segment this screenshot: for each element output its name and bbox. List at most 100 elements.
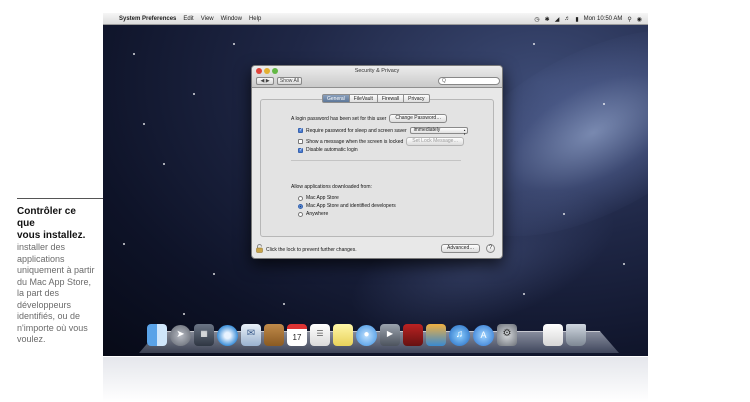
preview-icon[interactable] [543,324,563,346]
menu-help[interactable]: Help [249,16,261,22]
star [193,93,195,95]
bluetooth-icon[interactable]: ✱ [545,16,550,23]
menu-app-name[interactable]: System Preferences [119,16,176,22]
show-message-checkbox[interactable] [298,139,303,144]
search-input[interactable]: Q [438,77,500,85]
show-message-label: Show a message when the screen is locked [306,138,404,145]
star [163,163,165,165]
desktop: System Preferences Edit View Window Help… [103,13,648,356]
lock-icon[interactable] [256,244,263,253]
set-lock-message-button[interactable]: Set Lock Message… [406,137,465,146]
menu-bar: System Preferences Edit View Window Help… [103,13,648,25]
option-mac-app-store[interactable]: Mac App Store [298,195,339,201]
menu-edit[interactable]: Edit [183,16,193,22]
separator [291,160,461,161]
option-identified-developers[interactable]: Mac App Store and identified developers [298,203,396,209]
option-label: Mac App Store [306,195,339,201]
time-machine-icon[interactable]: ◷ [534,16,539,23]
tab-filevault[interactable]: FileVault [349,94,378,103]
star [623,263,625,265]
app-store-icon[interactable]: A [473,325,494,346]
password-set-label: A login password has been set for this u… [291,115,387,122]
option-label: Mac App Store and identified developers [306,203,396,209]
photo-booth-icon[interactable] [403,324,423,346]
mail-icon[interactable]: ✉ [241,324,261,346]
menu-extras: ◷ ✱ ◢ ♬ ▮ Mon 10:50 AM ⚲ ◉ [534,13,642,25]
require-password-row: ✓ Require password for sleep and screen … [298,127,468,136]
system-preferences-icon[interactable]: ⚙ [497,324,517,346]
caption-title-line2: que [17,218,35,229]
change-password-button[interactable]: Change Password… [389,114,448,123]
allow-apps-label: Allow applications downloaded from: [291,184,372,190]
password-row: A login password has been set for this u… [291,114,448,123]
contacts-icon[interactable] [264,324,284,346]
advanced-button[interactable]: Advanced… [441,244,481,253]
radio-anywhere[interactable] [298,211,303,217]
option-label: Anywhere [306,211,329,217]
caption-title-line1: Contrôler ce [17,206,76,217]
window-title: Security & Privacy [354,68,400,74]
itunes-icon[interactable]: ♫ [449,325,470,346]
star [123,243,125,245]
window-titlebar: Security & Privacy ◀ ▶ Show All Q [252,66,502,88]
launchpad-icon[interactable]: ➤ [170,325,191,346]
caption-body: installer des applications uniquement à … [17,242,95,344]
security-privacy-window: Security & Privacy ◀ ▶ Show All Q A logi… [251,65,503,259]
messages-icon[interactable]: ● [356,325,377,346]
star [233,43,235,45]
star [133,53,135,55]
safari-icon[interactable] [217,325,238,346]
star [213,273,215,275]
back-forward-buttons[interactable]: ◀ ▶ [256,77,274,85]
spotlight-icon[interactable]: ⚲ [627,16,631,23]
wifi-icon[interactable]: ◢ [555,16,560,23]
help-button[interactable]: ? [486,244,495,253]
tab-general[interactable]: General [322,94,350,103]
require-password-label: Require password for sleep and screen sa… [306,127,407,134]
calendar-icon[interactable]: 17 [287,324,307,346]
star [523,293,525,295]
require-password-checkbox[interactable]: ✓ [298,128,303,133]
tab-privacy[interactable]: Privacy [404,94,430,103]
dock-divider [520,324,540,346]
radio-mac-app-store[interactable] [298,195,303,201]
allow-apps-text: Allow applications downloaded from: [291,184,372,190]
clock[interactable]: Mon 10:50 AM [584,16,623,22]
general-panel: A login password has been set for this u… [260,99,494,237]
star [143,123,145,125]
tab-firewall[interactable]: Firewall [377,94,405,103]
notification-center-icon[interactable]: ◉ [637,16,642,23]
volume-icon[interactable]: ♬ [564,16,570,22]
battery-icon[interactable]: ▮ [575,16,578,23]
option-anywhere[interactable]: Anywhere [298,211,328,217]
show-message-row: Show a message when the screen is locked… [298,137,465,146]
star [603,103,605,105]
disable-auto-login-label: Disable automatic login [306,147,358,153]
star [183,313,185,315]
star [563,213,565,215]
show-all-button[interactable]: Show All [277,77,302,85]
iphoto-icon[interactable] [426,324,446,346]
disable-auto-login-checkbox[interactable]: ✓ [298,147,303,153]
facetime-icon[interactable]: ▶ [380,324,400,346]
screen-reflection [103,357,648,402]
trash-icon[interactable] [566,324,586,346]
notes-icon[interactable] [333,324,353,346]
menu-window[interactable]: Window [221,16,242,22]
lock-text: Click the lock to prevent further change… [266,247,357,253]
reminders-icon[interactable]: ☰ [310,324,330,346]
mission-control-icon[interactable]: ▦ [194,324,214,346]
tab-bar: General FileVault Firewall Privacy [322,94,430,103]
star [283,303,285,305]
menu-view[interactable]: View [201,16,214,22]
disable-auto-login-row: ✓ Disable automatic login [298,147,358,153]
finder-icon[interactable] [147,324,167,346]
calendar-day: 17 [292,333,302,342]
dock: ➤ ▦ ✉ 17 ☰ ● ▶ ♫ A ⚙ [147,320,607,346]
radio-identified-developers[interactable] [298,203,303,209]
star [533,43,535,45]
lock-bar: Click the lock to prevent further change… [252,242,502,258]
caption-title-line3: vous installez. [17,230,86,241]
caption: Contrôler ce que vous installez. install… [17,206,99,346]
require-password-select[interactable]: immediately [409,127,468,136]
